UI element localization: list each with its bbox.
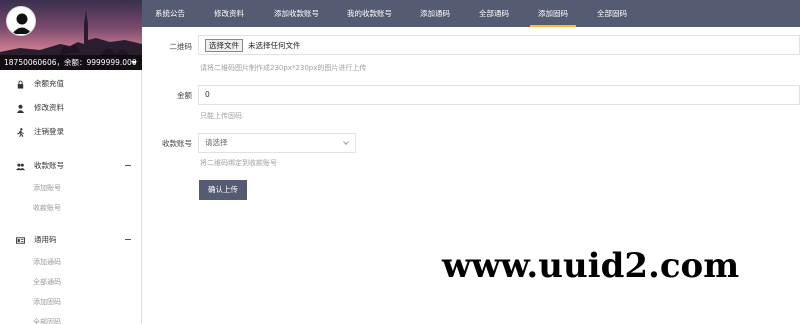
tab-all-general-codes[interactable]: 全部通码 <box>479 0 509 27</box>
account-select-value: 请选择 <box>205 138 228 147</box>
watermark-text: www.uuid2.com <box>442 246 740 286</box>
sidebar-group-label: 通用码 <box>34 235 57 244</box>
sidebar-group-label: 收款账号 <box>34 161 64 170</box>
tab-add-fixed-code[interactable]: 添加固码 <box>530 0 576 27</box>
choose-file-button[interactable]: 选择文件 <box>205 39 243 52</box>
sidebar-subitem-add-account[interactable]: 添加账号 <box>0 178 141 198</box>
chevron-down-icon <box>131 61 137 64</box>
sidebar: 18750060606，余额：9999999.000 余额充值 修改资料 注销登… <box>0 0 142 324</box>
sidebar-subitem-add-general-code[interactable]: 添加通码 <box>0 252 141 272</box>
account-balance-text: 18750060606，余额：9999999.000 <box>4 58 137 67</box>
avatar[interactable] <box>6 6 36 36</box>
user-icon <box>16 104 25 113</box>
sidebar-item-profile[interactable]: 修改资料 <box>0 96 141 120</box>
qrcode-label: 二维码 <box>169 42 193 51</box>
account-label: 收款账号 <box>162 139 192 148</box>
sidebar-item-label: 余额充值 <box>34 79 64 88</box>
amount-input[interactable]: 0 <box>198 85 800 105</box>
profile-header: 18750060606，余额：9999999.000 <box>0 0 142 70</box>
tab-my-accounts[interactable]: 我的收款账号 <box>347 0 392 27</box>
collapse-icon[interactable] <box>125 239 131 240</box>
tab-all-fixed-codes[interactable]: 全部固码 <box>597 0 627 27</box>
file-status-text: 未选择任何文件 <box>248 41 301 50</box>
sidebar-subitem-all-fixed-codes[interactable]: 全部固码 <box>0 312 141 324</box>
account-select[interactable]: 请选择 <box>198 133 356 153</box>
sidebar-item-label: 注销登录 <box>34 127 64 136</box>
lock-icon <box>17 80 24 89</box>
amount-value: 0 <box>205 90 210 99</box>
sidebar-group-codes[interactable]: 通用码 <box>0 228 141 252</box>
top-nav: 系统公告 修改资料 添加收款账号 我的收款账号 添加通码 全部通码 添加固码 全… <box>142 0 800 27</box>
qrcode-file-field: 选择文件 未选择任何文件 <box>198 35 800 55</box>
amount-hint: 只能上传固码 <box>200 112 242 120</box>
sidebar-item-logout[interactable]: 注销登录 <box>0 120 141 144</box>
tab-announcements[interactable]: 系统公告 <box>155 0 185 27</box>
sidebar-item-label: 修改资料 <box>34 103 64 112</box>
tab-edit-profile[interactable]: 修改资料 <box>214 0 244 27</box>
running-person-icon <box>17 128 24 137</box>
account-menu[interactable]: 18750060606，余额：9999999.000 <box>0 55 142 70</box>
sidebar-item-recharge[interactable]: 余额充值 <box>0 72 141 96</box>
confirm-upload-button[interactable]: 确认上传 <box>199 180 247 200</box>
sidebar-group-accounts[interactable]: 收款账号 <box>0 154 141 178</box>
amount-label: 金额 <box>177 91 192 100</box>
sidebar-subitem-add-fixed-code[interactable]: 添加固码 <box>0 292 141 312</box>
sidebar-subitem-accounts[interactable]: 收款账号 <box>0 198 141 218</box>
qrcode-hint: 请将二维码图片制作成230px*230px的图片进行上传 <box>200 64 367 72</box>
account-hint: 将二维码绑定到收款账号 <box>200 159 277 167</box>
sidebar-subitem-all-general-codes[interactable]: 全部通码 <box>0 272 141 292</box>
collapse-icon[interactable] <box>125 165 131 166</box>
tab-add-account[interactable]: 添加收款账号 <box>274 0 319 27</box>
chevron-down-icon <box>343 139 349 145</box>
users-icon <box>16 163 25 171</box>
tab-add-general-code[interactable]: 添加通码 <box>420 0 450 27</box>
id-card-icon <box>16 237 25 244</box>
